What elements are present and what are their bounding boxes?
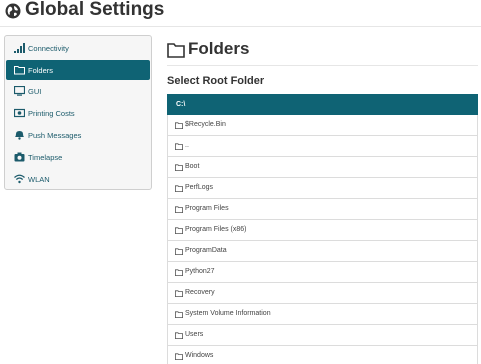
folder-label: Recovery — [185, 289, 215, 296]
folder-row[interactable]: Python27 — [167, 262, 478, 283]
settings-sidebar: Connectivity Folders GUI Printing Costs — [4, 35, 152, 190]
folder-label: .. — [185, 142, 189, 149]
sidebar-item-connectivity[interactable]: Connectivity — [6, 38, 150, 58]
folder-icon — [175, 163, 183, 171]
folder-label: Program Files (x86) — [185, 226, 247, 233]
bell-icon — [15, 131, 24, 140]
folder-row[interactable]: Windows — [167, 346, 478, 364]
folder-label: ProgramData — [185, 247, 227, 254]
camera-icon — [14, 152, 25, 162]
folder-icon — [175, 310, 183, 318]
globe-icon — [5, 3, 21, 19]
folder-icon — [175, 226, 183, 234]
folder-row[interactable]: Boot — [167, 157, 478, 178]
folder-icon — [175, 247, 183, 255]
folder-row[interactable]: Users — [167, 325, 478, 346]
folder-icon — [175, 268, 183, 276]
folder-row[interactable]: $Recycle.Bin — [167, 115, 478, 136]
divider — [167, 65, 478, 66]
sidebar-item-label: Push Messages — [28, 130, 82, 140]
folder-row[interactable]: Program Files — [167, 199, 478, 220]
sidebar-item-timelapse[interactable]: Timelapse — [6, 147, 150, 167]
folder-label: Program Files — [185, 205, 229, 212]
sidebar-item-printing-costs[interactable]: Printing Costs — [6, 103, 150, 123]
sidebar-item-push-messages[interactable]: Push Messages — [6, 125, 150, 145]
monitor-icon — [14, 86, 25, 96]
sidebar-item-folders[interactable]: Folders — [6, 60, 150, 80]
sidebar-item-label: WLAN — [28, 174, 50, 184]
page-header: Global Settings — [0, 0, 481, 27]
sidebar-item-label: Folders — [28, 65, 54, 75]
folder-row-selected[interactable]: C:\ — [167, 94, 478, 115]
folder-icon — [175, 352, 183, 360]
money-icon — [14, 108, 25, 118]
folder-icon — [175, 289, 183, 297]
folder-icon — [175, 205, 183, 213]
folder-label: Python27 — [185, 268, 215, 275]
folder-row[interactable]: Program Files (x86) — [167, 220, 478, 241]
subsection-title: Select Root Folder — [167, 75, 265, 87]
sidebar-item-label: Timelapse — [28, 152, 63, 162]
folder-label: Windows — [185, 352, 214, 359]
folder-label: PerfLogs — [185, 184, 214, 191]
folder-row[interactable]: PerfLogs — [167, 178, 478, 199]
folder-row[interactable]: .. — [167, 136, 478, 157]
signal-icon — [14, 43, 25, 53]
folder-icon — [175, 331, 183, 339]
folder-icon — [14, 66, 25, 75]
global-settings-page: Global Settings Connectivity Folders GUI — [0, 0, 481, 364]
folder-icon — [175, 184, 183, 192]
folder-icon — [167, 43, 185, 58]
folder-row[interactable]: ProgramData — [167, 241, 478, 262]
folder-label: $Recycle.Bin — [185, 121, 226, 128]
folder-label: Boot — [185, 163, 200, 170]
folder-icon — [175, 142, 183, 150]
wifi-icon — [14, 174, 25, 184]
sidebar-item-label: Printing Costs — [28, 108, 75, 118]
sidebar-item-label: GUI — [28, 86, 42, 96]
folder-icon — [175, 121, 183, 129]
sidebar-item-wlan[interactable]: WLAN — [6, 169, 150, 189]
folder-label: Users — [185, 331, 204, 338]
folder-label: System Volume Information — [185, 310, 271, 317]
section-heading: Folders — [188, 39, 250, 58]
folder-row[interactable]: System Volume Information — [167, 304, 478, 325]
page-title: Global Settings — [25, 0, 165, 20]
sidebar-item-label: Connectivity — [28, 43, 69, 53]
folder-label: C:\ — [176, 101, 186, 108]
folder-row[interactable]: Recovery — [167, 283, 478, 304]
sidebar-item-gui[interactable]: GUI — [6, 81, 150, 101]
